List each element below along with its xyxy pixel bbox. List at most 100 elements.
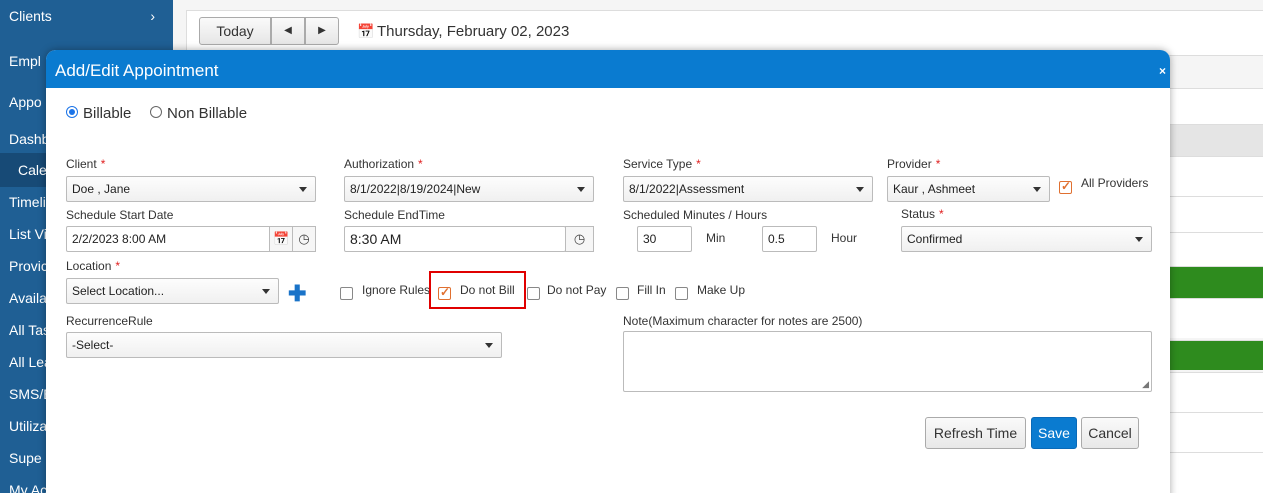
calendar-row — [1170, 196, 1263, 232]
dialog-title: Add/Edit Appointment — [55, 61, 219, 80]
do-not-pay-checkbox[interactable] — [527, 287, 540, 300]
schedule-start-input[interactable]: 2/2/2023 8:00 AM — [66, 226, 271, 252]
calendar-row — [1170, 372, 1263, 412]
caret-down-icon — [262, 289, 270, 294]
ignore-rules-label: Ignore Rules — [362, 283, 431, 297]
sidebar-item-clients[interactable]: Clients › — [0, 8, 173, 24]
sidebar-item-label: Clients — [9, 8, 52, 24]
status-select[interactable]: Confirmed — [901, 226, 1152, 252]
all-providers-checkbox[interactable] — [1059, 179, 1072, 194]
make-up-label: Make Up — [697, 283, 746, 297]
sidebar-item-label: Empl — [9, 53, 41, 69]
calendar-event[interactable] — [1170, 340, 1263, 370]
service-type-label-text: Service Type — [623, 157, 693, 171]
sidebar-item-label: Appo — [9, 94, 42, 110]
sidebar-item-label: My Ac — [9, 482, 48, 493]
ignore-rules-checkbox[interactable] — [340, 287, 353, 300]
sidebar-item-label: Cale — [18, 162, 47, 178]
required-mark: * — [939, 207, 944, 221]
authorization-label: Authorization * — [344, 157, 423, 171]
save-button[interactable]: Save — [1031, 417, 1077, 449]
cancel-button[interactable]: Cancel — [1081, 417, 1139, 449]
sidebar-item-label: Supe — [9, 450, 42, 466]
location-label: Location * — [66, 259, 120, 273]
caret-down-icon — [1135, 237, 1143, 242]
refresh-time-button[interactable]: Refresh Time — [925, 417, 1026, 449]
note-textarea[interactable]: ◢ — [623, 331, 1152, 392]
location-select[interactable]: Select Location... — [66, 278, 279, 304]
calendar-icon[interactable]: 📅 — [269, 226, 294, 252]
calendar-row — [1170, 88, 1263, 124]
schedule-end-label: Schedule EndTime — [344, 208, 445, 222]
required-mark: * — [100, 157, 106, 171]
billable-radio[interactable] — [66, 106, 78, 118]
billable-label: Billable — [83, 105, 132, 122]
required-mark: * — [696, 157, 701, 171]
do-not-bill-checkbox[interactable] — [438, 285, 451, 300]
provider-select[interactable]: Kaur , Ashmeet — [887, 176, 1050, 202]
do-not-bill-label: Do not Bill — [460, 283, 515, 297]
today-button[interactable]: Today — [199, 17, 271, 45]
location-label-text: Location — [66, 259, 112, 273]
provider-label-text: Provider — [887, 157, 932, 171]
service-type-select[interactable]: 8/1/2022|Assessment — [623, 176, 873, 202]
scheduled-minutes-label: Scheduled Minutes / Hours — [623, 208, 768, 222]
sidebar-item-label: Timeli — [9, 194, 46, 210]
client-select[interactable]: Doe , Jane — [66, 176, 316, 202]
prev-day-button[interactable]: ◀ — [271, 17, 305, 45]
authorization-select-value: 8/1/2022|8/19/2024|New — [350, 182, 481, 196]
required-mark: * — [935, 157, 941, 171]
calendar-row — [1170, 412, 1263, 452]
add-location-icon[interactable]: ✚ — [288, 283, 306, 305]
minutes-input[interactable]: 30 — [637, 226, 692, 252]
provider-select-value: Kaur , Ashmeet — [893, 182, 976, 196]
do-not-pay-label: Do not Pay — [547, 283, 607, 297]
provider-label: Provider * — [887, 157, 940, 171]
calendar-date-label: Thursday, February 02, 2023 — [377, 23, 570, 40]
recurrence-select-value: -Select- — [72, 338, 114, 352]
min-label: Min — [706, 231, 726, 245]
make-up-checkbox[interactable] — [675, 287, 688, 300]
service-type-select-value: 8/1/2022|Assessment — [629, 182, 745, 196]
caret-down-icon — [1033, 187, 1041, 192]
calendar-icon[interactable]: 📅 — [357, 23, 374, 40]
sidebar-item-label: Provic — [9, 258, 48, 274]
calendar-event[interactable] — [1170, 266, 1263, 298]
sidebar-item-label: All Lea — [9, 354, 52, 370]
chevron-left-icon: ◀ — [284, 25, 292, 36]
calendar-row — [1170, 156, 1263, 196]
required-mark: * — [418, 157, 423, 171]
hours-input[interactable]: 0.5 — [762, 226, 817, 252]
client-label: Client * — [66, 157, 105, 171]
client-select-value: Doe , Jane — [72, 182, 131, 196]
sidebar-item-label: Availa — [9, 290, 47, 306]
required-mark: * — [115, 259, 121, 273]
clock-icon[interactable]: ◷ — [565, 226, 594, 252]
recurrence-select[interactable]: -Select- — [66, 332, 502, 358]
resize-handle-icon[interactable]: ◢ — [1142, 379, 1149, 390]
status-label: Status * — [901, 207, 944, 221]
caret-down-icon — [299, 187, 307, 192]
authorization-label-text: Authorization — [344, 157, 415, 171]
calendar-row — [1170, 124, 1263, 156]
close-icon[interactable]: × — [1159, 64, 1166, 78]
sidebar-item-label: List Vi — [9, 226, 47, 242]
authorization-select[interactable]: 8/1/2022|8/19/2024|New — [344, 176, 594, 202]
sidebar-item-label: Utiliza — [9, 418, 48, 434]
status-label-text: Status — [901, 207, 936, 221]
calendar-row — [1170, 452, 1263, 493]
note-label: Note(Maximum character for notes are 250… — [623, 314, 863, 328]
sidebar-item-label: SMS/E — [9, 386, 53, 402]
chevron-right-icon: › — [150, 8, 155, 24]
clock-icon[interactable]: ◷ — [292, 226, 316, 252]
fill-in-checkbox[interactable] — [616, 287, 629, 300]
non-billable-radio[interactable] — [150, 106, 162, 118]
hour-label: Hour — [831, 231, 858, 245]
chevron-right-icon: ▶ — [318, 25, 326, 36]
calendar-row — [1170, 298, 1263, 338]
schedule-end-input[interactable]: 8:30 AM — [344, 226, 566, 252]
next-day-button[interactable]: ▶ — [305, 17, 339, 45]
non-billable-label: Non Billable — [167, 105, 248, 122]
caret-down-icon — [577, 187, 585, 192]
dialog-header: Add/Edit Appointment × — [46, 50, 1170, 88]
